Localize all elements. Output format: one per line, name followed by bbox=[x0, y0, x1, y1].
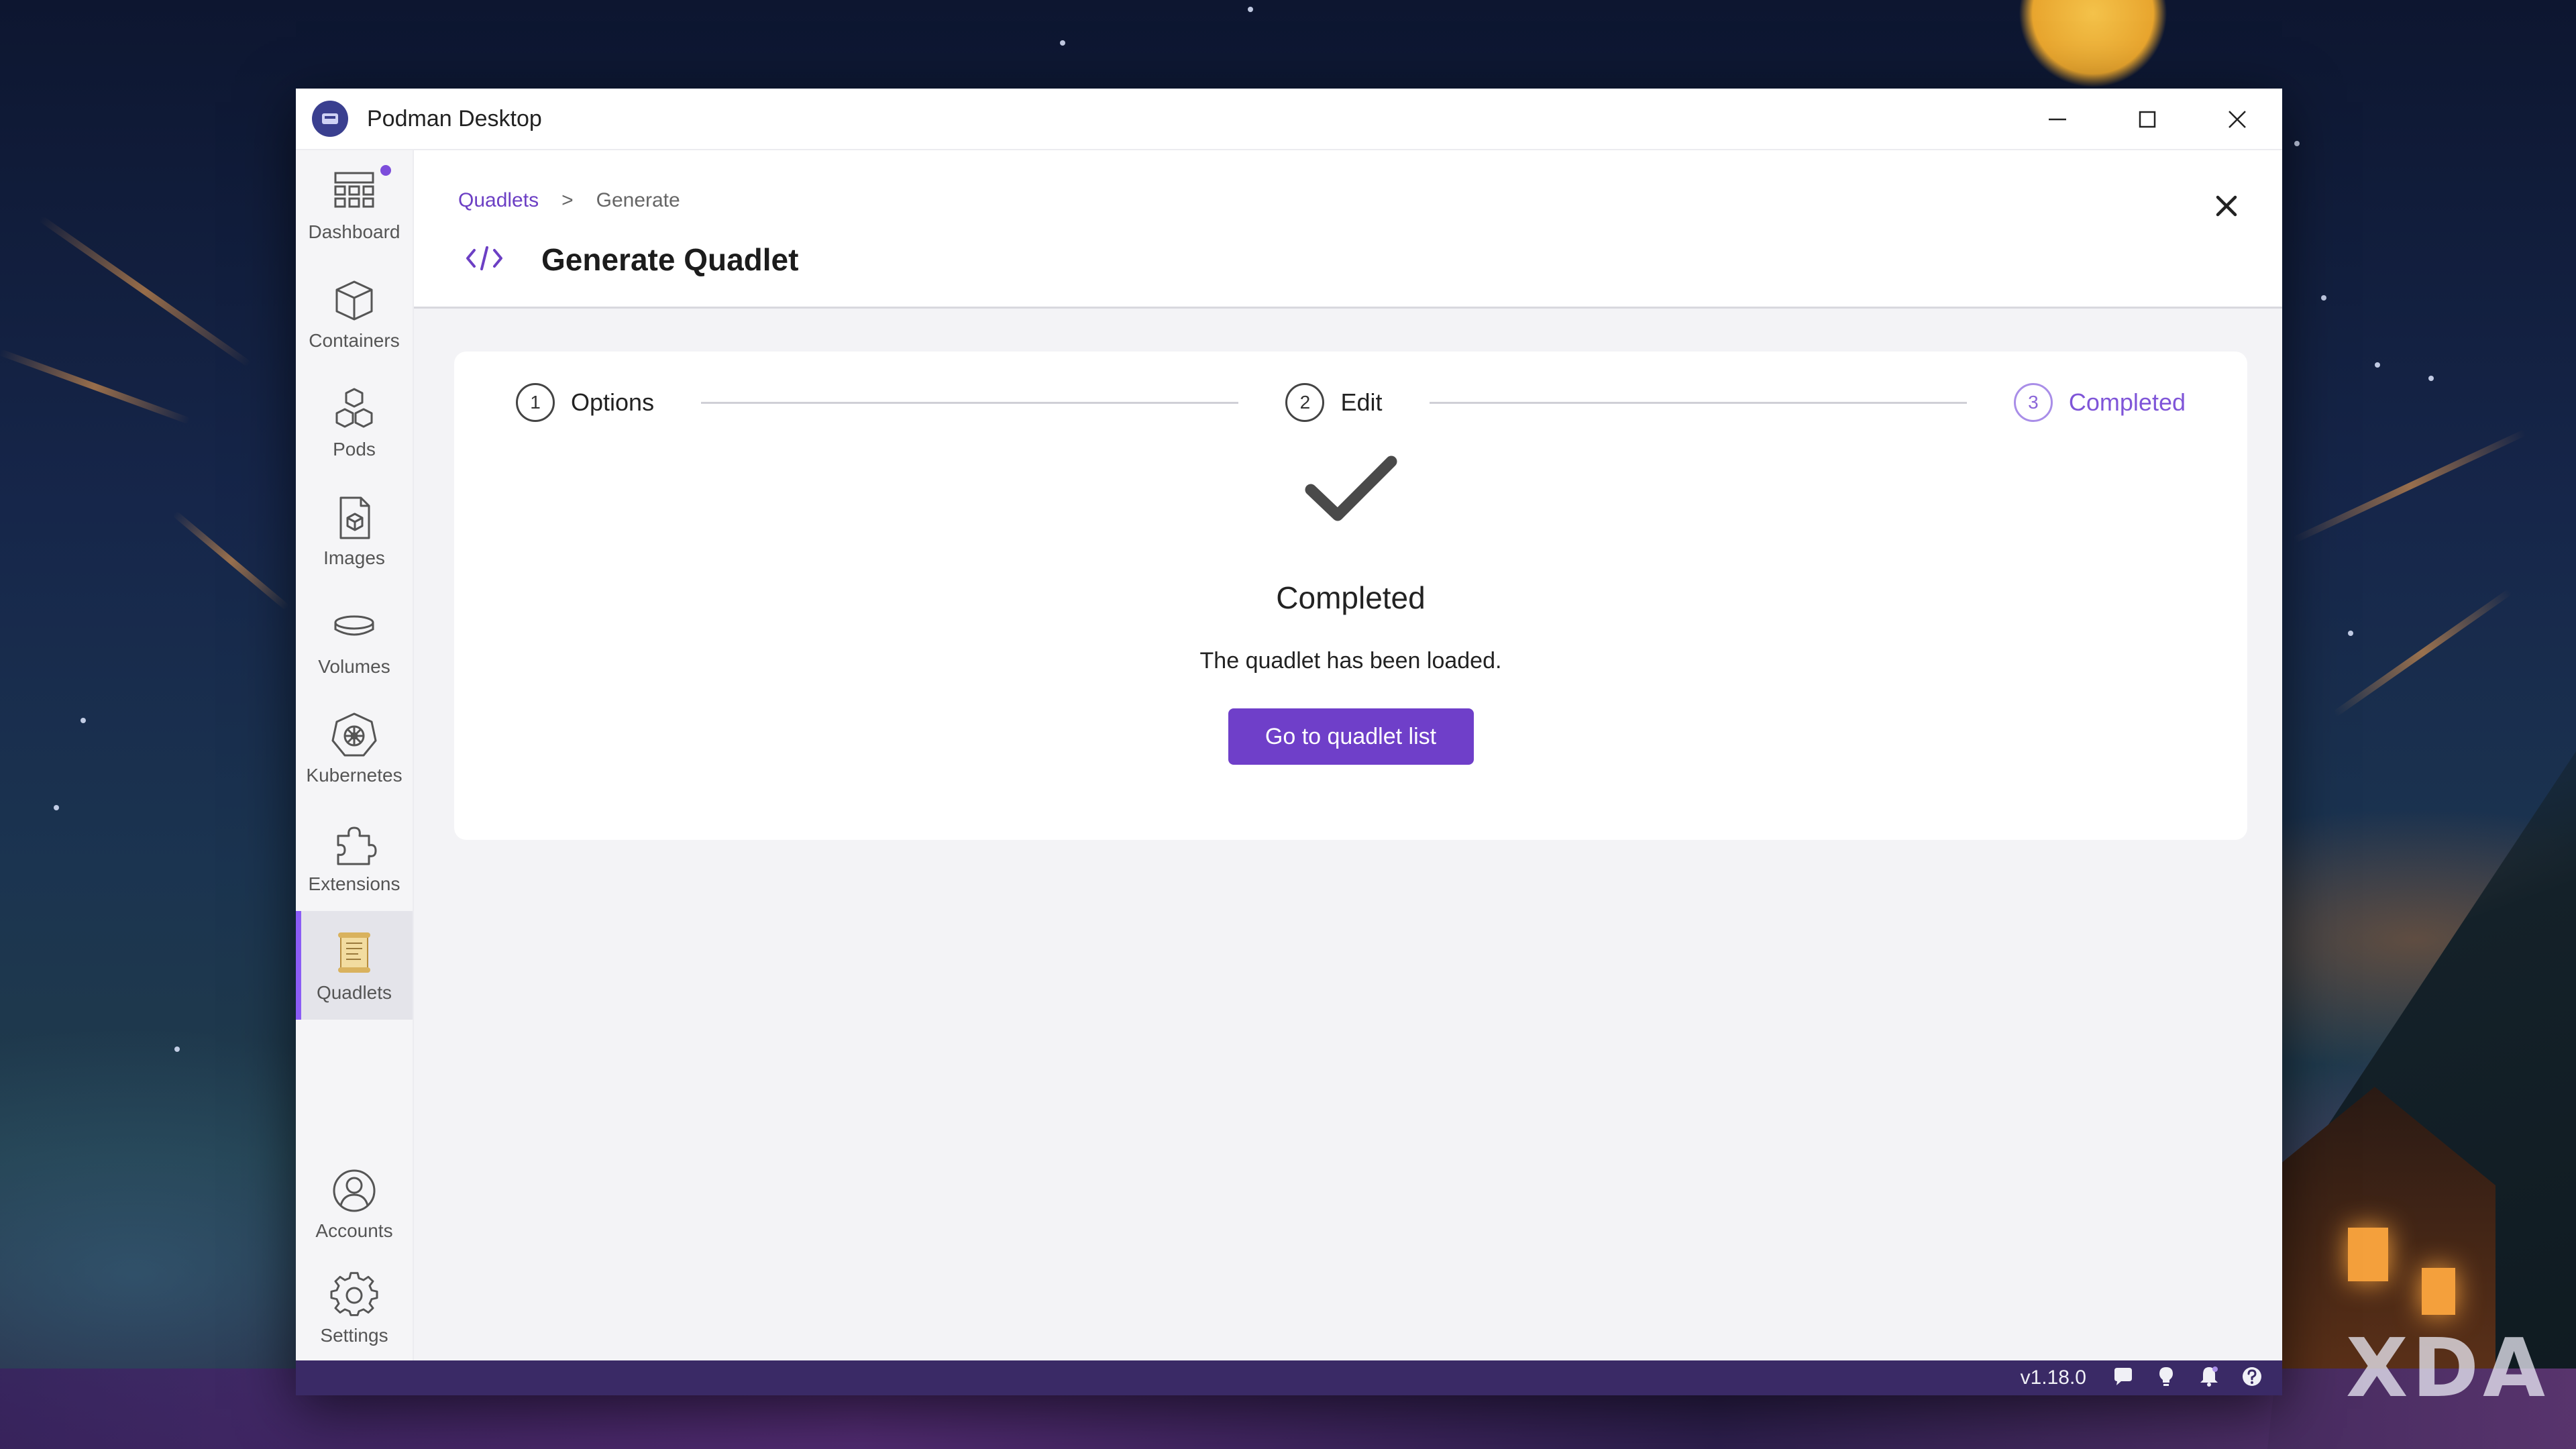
sidebar-item-label: Settings bbox=[320, 1325, 388, 1346]
sidebar-item-settings[interactable]: Settings bbox=[296, 1256, 413, 1360]
window-body: Dashboard Containers Pods Images Volumes… bbox=[296, 150, 2282, 1360]
podman-desktop-window: Podman Desktop Dashboard Containers Pods… bbox=[296, 89, 2282, 1395]
sidebar-item-dashboard[interactable]: Dashboard bbox=[296, 150, 413, 259]
step-label: Edit bbox=[1340, 388, 1383, 416]
sidebar-item-label: Extensions bbox=[308, 873, 400, 894]
step-connector bbox=[701, 401, 1239, 404]
step-number: 1 bbox=[516, 383, 555, 422]
xda-watermark: XDA bbox=[2346, 1322, 2549, 1415]
maximize-button[interactable] bbox=[2102, 89, 2192, 150]
sidebar-item-label: Accounts bbox=[315, 1220, 393, 1241]
sidebar-item-quadlets[interactable]: Quadlets bbox=[296, 911, 413, 1020]
checkmark-icon bbox=[1305, 455, 1397, 521]
sidebar-item-label: Images bbox=[323, 547, 385, 568]
image-file-icon bbox=[329, 492, 380, 543]
minimize-icon bbox=[2049, 118, 2066, 121]
account-icon bbox=[329, 1165, 380, 1216]
help-icon[interactable] bbox=[2241, 1365, 2263, 1391]
sidebar-item-label: Quadlets bbox=[316, 982, 392, 1003]
sidebar-item-label: Kubernetes bbox=[306, 765, 402, 786]
sidebar-item-containers[interactable]: Containers bbox=[296, 259, 413, 368]
gear-icon bbox=[329, 1270, 380, 1321]
step-completed: 3 Completed bbox=[2013, 383, 2186, 422]
step-label: Options bbox=[571, 388, 655, 416]
code-icon bbox=[465, 245, 504, 275]
step-number: 3 bbox=[2013, 383, 2053, 422]
breadcrumb-quadlets-link[interactable]: Quadlets bbox=[458, 189, 539, 212]
puzzle-icon bbox=[329, 818, 380, 869]
page-title-row: Generate Quadlet bbox=[465, 241, 798, 278]
container-box-icon bbox=[329, 275, 380, 326]
sidebar-item-label: Dashboard bbox=[308, 221, 400, 242]
breadcrumb-current: Generate bbox=[596, 189, 680, 211]
kubernetes-wheel-icon bbox=[329, 710, 380, 761]
version-label: v1.18.0 bbox=[2020, 1366, 2086, 1389]
wizard-steps: 1 Options 2 Edit 3 Completed bbox=[516, 381, 2186, 424]
status-bar: v1.18.0 bbox=[296, 1360, 2282, 1395]
maximize-icon bbox=[2139, 111, 2156, 128]
sidebar-bottom: Accounts Settings bbox=[296, 1151, 413, 1360]
sidebar-item-accounts[interactable]: Accounts bbox=[296, 1151, 413, 1256]
sidebar-item-pods[interactable]: Pods bbox=[296, 368, 413, 476]
tips-lightbulb-icon[interactable] bbox=[2155, 1365, 2178, 1391]
sidebar-item-label: Pods bbox=[333, 439, 376, 460]
breadcrumb: Quadlets > Generate bbox=[458, 189, 680, 212]
page-header: Quadlets > Generate Generate Quadlet bbox=[414, 150, 2282, 309]
sidebar-item-label: Volumes bbox=[318, 656, 390, 677]
step-options: 1 Options bbox=[516, 383, 654, 422]
close-window-button[interactable] bbox=[2192, 89, 2282, 150]
close-icon bbox=[2229, 111, 2246, 128]
scroll-icon bbox=[329, 927, 380, 978]
notification-dot bbox=[380, 165, 391, 176]
podman-logo-icon bbox=[312, 101, 348, 137]
close-page-button[interactable] bbox=[2211, 191, 2242, 221]
dashboard-icon bbox=[329, 166, 380, 217]
sidebar-item-kubernetes[interactable]: Kubernetes bbox=[296, 694, 413, 802]
sidebar-item-images[interactable]: Images bbox=[296, 476, 413, 585]
step-number: 2 bbox=[1285, 383, 1325, 422]
breadcrumb-separator: > bbox=[561, 189, 574, 211]
page-title: Generate Quadlet bbox=[541, 242, 799, 277]
completed-title: Completed bbox=[1276, 580, 1426, 615]
step-label: Completed bbox=[2068, 388, 2186, 416]
go-to-quadlet-list-button[interactable]: Go to quadlet list bbox=[1228, 708, 1474, 765]
notifications-bell-icon[interactable] bbox=[2198, 1365, 2220, 1391]
sidebar-item-volumes[interactable]: Volumes bbox=[296, 585, 413, 694]
step-connector bbox=[1429, 401, 1967, 404]
minimize-button[interactable] bbox=[2012, 89, 2102, 150]
feedback-chat-icon[interactable] bbox=[2112, 1365, 2135, 1391]
sidebar-item-label: Containers bbox=[309, 330, 400, 351]
sidebar: Dashboard Containers Pods Images Volumes… bbox=[296, 150, 414, 1360]
title-bar: Podman Desktop bbox=[296, 89, 2282, 150]
volume-disk-icon bbox=[329, 601, 380, 652]
pods-icon bbox=[329, 384, 380, 435]
step-edit: 2 Edit bbox=[1285, 383, 1383, 422]
completed-message: The quadlet has been loaded. bbox=[1199, 648, 1502, 674]
window-title: Podman Desktop bbox=[367, 105, 542, 131]
sidebar-item-extensions[interactable]: Extensions bbox=[296, 802, 413, 911]
wizard-card: 1 Options 2 Edit 3 Completed Completed T… bbox=[454, 352, 2247, 840]
main-content: Quadlets > Generate Generate Quadlet 1 O… bbox=[414, 150, 2282, 1360]
window-controls bbox=[2012, 89, 2282, 150]
